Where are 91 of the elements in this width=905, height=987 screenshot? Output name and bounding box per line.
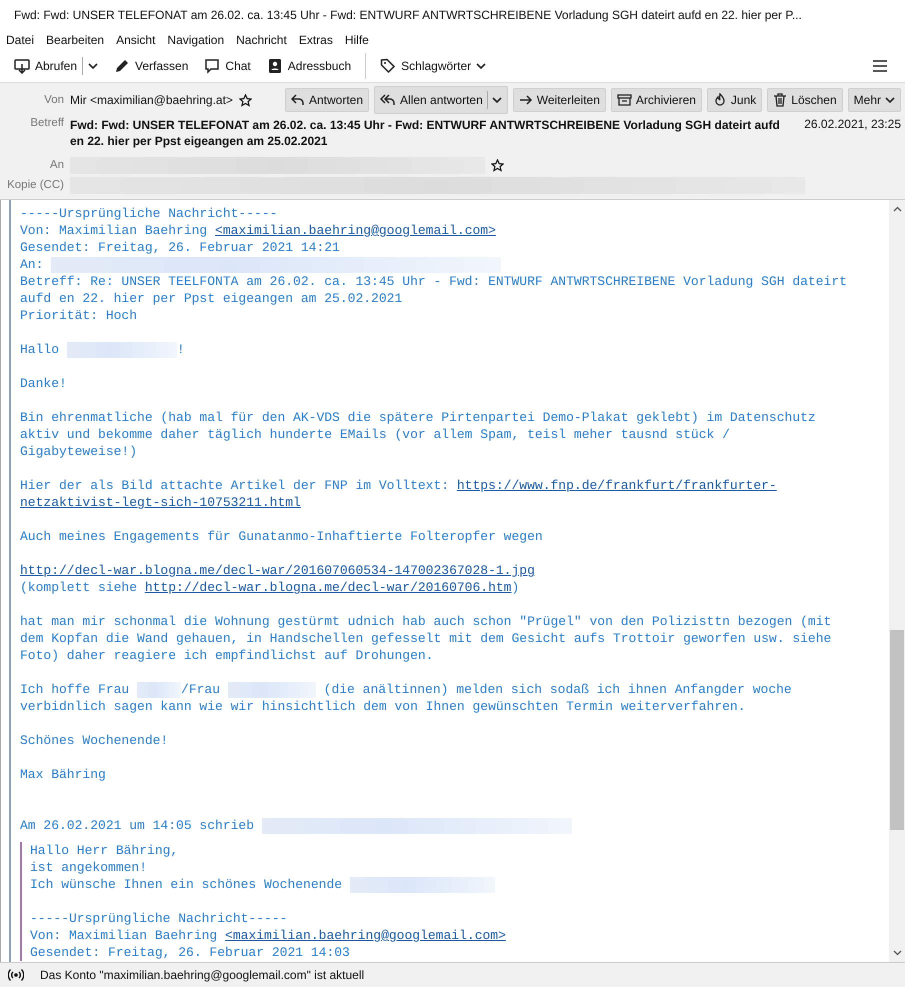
message-action-button[interactable]: Junk bbox=[706, 88, 762, 112]
link[interactable]: http://decl-war.blogna.me/decl-war/20160706.htm bbox=[144, 580, 512, 595]
sender-address[interactable]: Mir <maximilian@baehring.at> bbox=[70, 93, 233, 107]
link[interactable]: netzaktivist-legt-sich-10753211.html bbox=[20, 495, 301, 510]
right-arrow-icon bbox=[518, 93, 533, 107]
message-text: Gesendet: Freitag, 26. Februar 2021 14:03 bbox=[30, 945, 350, 960]
toolbar-button[interactable]: Adressbuch bbox=[260, 54, 358, 78]
message-text: Gesendet: Freitag, 26. Februar 2021 14:21 bbox=[20, 240, 340, 255]
message-text: An: bbox=[20, 257, 44, 272]
message-text: -----Ursprüngliche Nachricht----- bbox=[20, 206, 278, 221]
trash-icon bbox=[773, 93, 788, 107]
caret-icon[interactable] bbox=[476, 61, 486, 71]
message-action-button[interactable]: Mehr bbox=[848, 88, 901, 112]
scrollbar[interactable] bbox=[889, 200, 905, 962]
contact-card-icon bbox=[266, 58, 283, 74]
menu-item[interactable]: Extras bbox=[298, 33, 333, 47]
message-text: ist angekommen! bbox=[30, 860, 148, 875]
message-text: Ich wünsche Ihnen ein schönes Wochenende bbox=[30, 877, 344, 892]
field-label: Kopie (CC) bbox=[6, 179, 64, 191]
message-text: Priorität: Hoch bbox=[20, 308, 138, 323]
link[interactable]: http://decl-war.blogna.me/decl-war/201607060534-147002367028-1.jpg bbox=[20, 563, 535, 578]
message-action-button[interactable]: Antworten bbox=[285, 88, 370, 112]
message-text: -----Ursprüngliche Nachricht----- bbox=[30, 911, 288, 926]
link[interactable]: <maximilian.baehring@googlemail.com> bbox=[225, 928, 506, 943]
message-text: Schönes Wochenende! bbox=[20, 733, 168, 748]
message-text: Auch meines Engagements für Gunatanmo-Inhaftierte Folteropfer wegen bbox=[20, 529, 543, 544]
message-text: Am 26.02.2021 um 14:05 schrieb bbox=[20, 818, 256, 833]
scroll-up-icon[interactable] bbox=[892, 206, 902, 212]
message-text: verbidnlich sagen kann wie wir hinsichtlich dem von Ihnen gewünschten Termin weiterverfahren. bbox=[20, 699, 746, 714]
field-label: An bbox=[48, 159, 64, 171]
redacted-blur bbox=[137, 682, 182, 698]
message-text: Hier der als Bild attachte Artikel der FNP im Volltext: bbox=[20, 478, 450, 493]
message-text: Max Bähring bbox=[20, 767, 106, 782]
message-text: aktiv und bekomme daher täglich hunderte EMails (vor allem Spam, teisl meher tausnd stück / bbox=[20, 427, 730, 442]
download-icon bbox=[14, 58, 30, 74]
message-date: 26.02.2021, 23:25 bbox=[803, 117, 901, 131]
link[interactable]: https://www.fnp.de/frankfurt/frankfurter- bbox=[456, 478, 777, 493]
message-text: Gigabyteweise!) bbox=[20, 444, 138, 459]
menu-item[interactable]: Ansicht bbox=[116, 33, 156, 47]
message-action-button[interactable]: Allen antworten bbox=[374, 86, 508, 114]
toolbar-button[interactable]: Chat bbox=[198, 54, 257, 78]
message-text: ) bbox=[512, 580, 520, 595]
field-label: Von bbox=[43, 94, 64, 106]
caret-icon[interactable] bbox=[885, 95, 895, 105]
message-text: hat man mir schonmal die Wohnung gestürmt udnich hab auch schon "Prügel" von den Polizisttn bezogen (mit bbox=[20, 614, 832, 629]
message-text: Hallo Herr Bähring, bbox=[30, 843, 178, 858]
scroll-down-icon[interactable] bbox=[892, 950, 902, 956]
caret-icon[interactable] bbox=[492, 95, 502, 105]
caret-icon[interactable] bbox=[88, 61, 98, 71]
menu-item[interactable]: Hilfe bbox=[344, 33, 369, 47]
message-text: ! bbox=[176, 342, 185, 357]
message-text: Foto) daher reagiere ich empfindlichst auf Drohungen. bbox=[20, 648, 434, 663]
star-icon[interactable] bbox=[238, 94, 252, 106]
message-text: Von: Maximilian Baehring bbox=[20, 223, 208, 238]
toolbar-button[interactable]: Abrufen bbox=[8, 53, 104, 79]
window-title: Fwd: Fwd: UNSER TELEFONAT am 26.02. ca. 13:45 Uhr - Fwd: ENTWURF ANTWRTSCHREIBENE Vorladung SGH dateirt aufd en 22. hier per P... bbox=[14, 8, 802, 22]
message-text: (komplett siehe bbox=[20, 580, 138, 595]
menu-item[interactable]: Nachricht bbox=[236, 33, 287, 47]
message-action-button[interactable]: Löschen bbox=[767, 88, 843, 112]
flame-icon bbox=[712, 93, 727, 107]
signal-icon bbox=[8, 968, 24, 982]
menu-item[interactable]: Bearbeiten bbox=[46, 33, 104, 47]
reply-arrow-icon bbox=[291, 93, 305, 107]
message-text: dem Kopfan die Wand gehauen, in Handschellen gefesselt mit dem Gesicht aufs Trottoir geworfen usw. siehe bbox=[20, 631, 832, 646]
message-text: Bin ehrenmatliche (hab mal für den AK-VDS die spätere Pirtenpartei Demo-Plakat geklebt) im Datenschutz bbox=[20, 410, 816, 425]
message-text: Von: Maximilian Baehring bbox=[30, 928, 218, 943]
link[interactable]: <maximilian.baehring@googlemail.com> bbox=[215, 223, 496, 238]
scrollbar-thumb[interactable] bbox=[890, 630, 904, 830]
message-text: (die anältinnen) melden sich sodaß ich ihnen Anfangder woche bbox=[322, 682, 792, 697]
message-subject: Fwd: Fwd: UNSER TELEFONAT am 26.02. ca. 13:45 Uhr - Fwd: ENTWURF ANTWRTSCHREIBENE Vorladung SGH dateirt aufd en 22. hier per Ppst eigeangen am 25.02.2021 bbox=[70, 117, 781, 149]
field-label: Betreff bbox=[29, 117, 64, 129]
speech-bubble-icon bbox=[204, 58, 220, 74]
message-action-button[interactable]: Archivieren bbox=[610, 88, 702, 112]
toolbar-button[interactable]: Schlagwörter bbox=[374, 54, 492, 78]
message-text: Danke! bbox=[20, 376, 67, 391]
status-text: Das Konto "maximilian.baehring@googlemail.com" ist aktuell bbox=[40, 968, 364, 982]
archive-box-icon bbox=[616, 93, 632, 107]
toolbar-button[interactable]: Verfassen bbox=[108, 54, 194, 78]
menu-item[interactable]: Datei bbox=[6, 33, 34, 47]
message-text: Ich hoffe Frau bbox=[20, 682, 130, 697]
double-reply-arrow-icon bbox=[380, 93, 396, 107]
menu-icon[interactable] bbox=[873, 60, 887, 72]
tag-icon bbox=[380, 58, 396, 74]
message-action-button[interactable]: Weiterleiten bbox=[512, 88, 606, 112]
message-text: /Frau bbox=[181, 682, 222, 697]
message-text: Hallo bbox=[20, 342, 60, 357]
message-text: Betreff: Re: UNSER TEELFONTA am 26.02. ca. 13:45 Uhr - Fwd: ENTWURF ANTWRTSCHREIBENE Vorladung SGH dateirt bbox=[20, 274, 847, 289]
menu-item[interactable]: Navigation bbox=[167, 33, 224, 47]
star-icon[interactable] bbox=[491, 158, 504, 172]
pencil-icon bbox=[114, 58, 130, 74]
message-text: aufd en 22. hier per Ppst eigeangen am 25.02.2021 bbox=[20, 291, 402, 306]
